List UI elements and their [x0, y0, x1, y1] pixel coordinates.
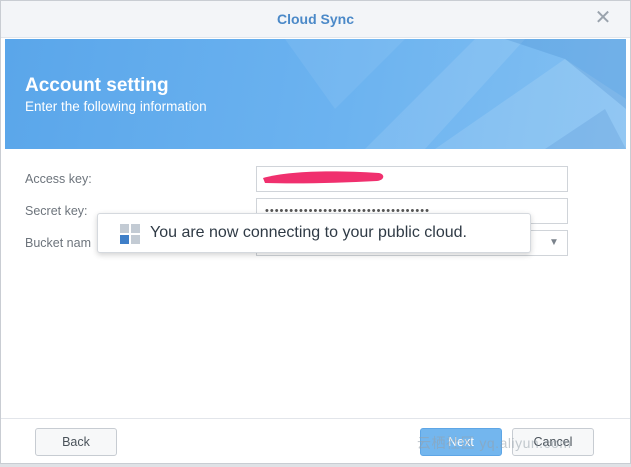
banner-heading: Account setting [25, 75, 169, 96]
banner-subheading: Enter the following information [25, 99, 207, 114]
window-title: Cloud Sync [276, 11, 354, 27]
header-banner: Account setting Enter the following info… [5, 39, 626, 149]
bucket-name-label: Bucket nam [25, 236, 92, 250]
secret-key-label: Secret key: [25, 204, 88, 218]
close-icon[interactable]: ✕ [592, 7, 614, 29]
toast-message: You are now connecting to your public cl… [150, 224, 467, 241]
back-button[interactable]: Back [35, 428, 117, 456]
next-button[interactable]: Next [420, 428, 502, 456]
connecting-toast: You are now connecting to your public cl… [97, 213, 531, 253]
chevron-down-icon[interactable]: ▼ [541, 231, 567, 255]
cloud-sync-app-icon [120, 224, 140, 244]
cloud-sync-dialog: Cloud Sync ✕ Account setting Enter the f… [0, 0, 631, 464]
access-key-label: Access key: [25, 172, 92, 186]
redaction-mark [263, 171, 384, 184]
titlebar: Cloud Sync ✕ [1, 1, 630, 38]
footer-divider [1, 418, 630, 419]
cancel-button[interactable]: Cancel [512, 428, 594, 456]
